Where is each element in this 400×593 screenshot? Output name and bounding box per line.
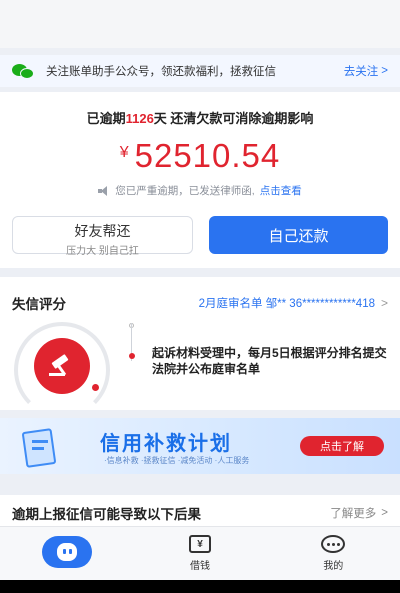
lawyer-notice: 您已严重逾期，已发送律师函, 点击查看	[0, 183, 400, 198]
friend-help-label: 好友帮还	[74, 223, 131, 239]
chevron-right-icon: >	[380, 296, 388, 310]
overdue-days: 1126	[125, 111, 154, 126]
overdue-amount: ¥ 52510.54	[0, 137, 400, 175]
court-list-text: 2月庭审名单 邹** 36************418	[198, 298, 375, 310]
chevron-right-icon: >	[381, 507, 388, 519]
top-blank-area	[0, 0, 400, 48]
wechat-icon	[12, 62, 36, 80]
gavel-icon	[49, 354, 75, 376]
credit-title: 失信评分	[12, 297, 66, 312]
tab-mine-label: 我的	[323, 561, 344, 572]
court-list-link[interactable]: 2月庭审名单 邹** 36************418 >	[199, 295, 388, 311]
overdue-prefix: 已逾期	[86, 111, 126, 126]
banner-subtitle: ·信息补救 ·拯救征信 ·减免活动 ·人工服务	[104, 456, 250, 465]
tab-borrow[interactable]: ¥ 借钱	[133, 527, 266, 580]
speaker-icon	[98, 185, 110, 196]
gavel-badge	[34, 338, 90, 394]
repay-button-row: 好友帮还 压力大 别自己扛 自己还款	[12, 216, 388, 257]
credit-header: 失信评分 2月庭审名单 邹** 36************418 >	[0, 277, 400, 313]
gauge-indicator-dot	[92, 384, 99, 391]
overdue-suffix: 天 还清欠款可消除逾期影响	[153, 111, 314, 126]
consequence-title: 逾期上报征信可能导致以下后果	[12, 507, 201, 522]
more-link-label: 了解更多	[330, 508, 377, 520]
timeline-active-dot	[129, 353, 135, 359]
follow-link[interactable]: 去关注 >	[344, 63, 388, 79]
friend-help-sublabel: 压力大 别自己扛	[66, 246, 139, 257]
system-nav-bar	[0, 580, 400, 593]
learn-more-button[interactable]: 点击了解	[300, 436, 384, 456]
currency-symbol: ¥	[119, 144, 129, 161]
friend-help-button[interactable]: 好友帮还 压力大 别自己扛	[12, 216, 193, 257]
wechat-follow-bar[interactable]: 关注账单助手公众号，领还款福利，拯救征信 去关注 >	[0, 55, 400, 87]
credit-score-card: 失信评分 2月庭审名单 邹** 36************418 > 起诉材料…	[0, 277, 400, 418]
amount-value: 52510.54	[134, 137, 281, 174]
overdue-headline: 已逾期1126天 还清欠款可消除逾期影响	[0, 108, 400, 127]
credit-rescue-banner[interactable]: 信用补救计划 ·信息补救 ·拯救征信 ·减免活动 ·人工服务 点击了解	[0, 418, 400, 474]
document-icon	[18, 426, 58, 468]
notice-text: 您已严重逾期，已发送律师函,	[115, 185, 255, 197]
chevron-right-icon: >	[381, 65, 388, 77]
tab-mine[interactable]: 我的	[267, 527, 400, 580]
bottom-tab-bar: ¥ 借钱 我的	[0, 526, 400, 580]
robot-home-icon	[41, 535, 92, 568]
follow-link-label: 去关注	[343, 66, 379, 78]
wechat-follow-text: 关注账单助手公众号，领还款福利，拯救征信	[46, 66, 276, 78]
more-link[interactable]: 了解更多 >	[330, 505, 388, 521]
credit-description: 起诉材料受理中，每月5日根据评分排名提交法院并公布庭审名单	[152, 346, 387, 376]
chat-bubble-icon	[321, 535, 346, 553]
banner-title: 信用补救计划	[100, 433, 232, 455]
self-repay-button[interactable]: 自己还款	[209, 216, 388, 254]
tab-borrow-label: 借钱	[189, 561, 210, 572]
score-gauge	[14, 322, 110, 418]
tab-home[interactable]	[0, 527, 133, 580]
yen-box-icon: ¥	[188, 535, 211, 553]
notice-view-link[interactable]: 点击查看	[260, 183, 302, 198]
overdue-card: 已逾期1126天 还清欠款可消除逾期影响 ¥ 52510.54 您已严重逾期，已…	[0, 92, 400, 268]
